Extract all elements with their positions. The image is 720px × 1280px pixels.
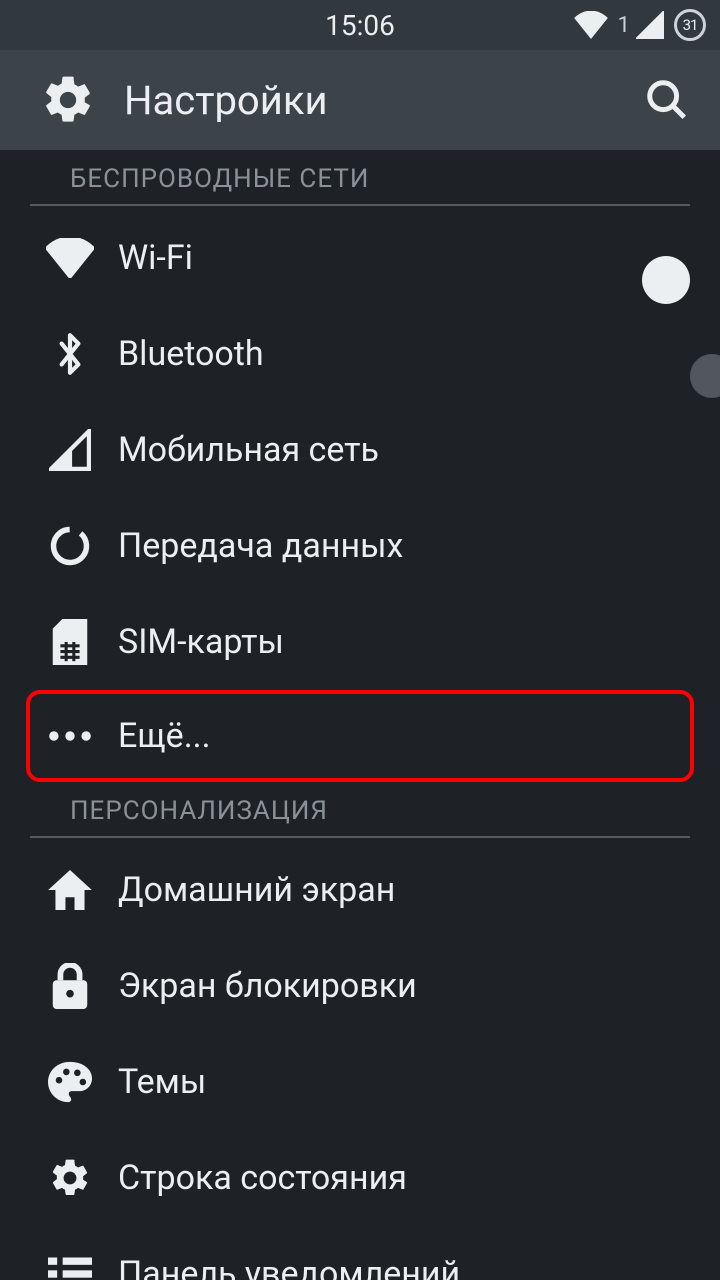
settings-item-label: Wi-Fi <box>118 238 193 278</box>
gear-icon <box>40 72 96 128</box>
lock-icon <box>40 963 100 1009</box>
palette-icon <box>40 1061 100 1103</box>
settings-item-more[interactable]: Ещё... <box>26 690 694 782</box>
settings-item-wifi[interactable]: Wi-Fi <box>0 210 720 306</box>
settings-item-label: SIM-карты <box>118 622 284 662</box>
list-icon <box>40 1256 100 1280</box>
status-bar: 15:06 1 31 <box>0 0 720 50</box>
app-bar: Настройки <box>0 50 720 150</box>
status-time: 15:06 <box>325 9 395 42</box>
cell-icon <box>40 429 100 471</box>
settings-item-label: Темы <box>118 1062 206 1102</box>
sim-index: 1 <box>618 13 630 38</box>
settings-item-label: Ещё... <box>118 716 211 756</box>
section-header-wireless: БЕСПРОВОДНЫЕ СЕТИ <box>30 150 690 206</box>
settings-item-bluetooth[interactable]: Bluetooth <box>0 306 720 402</box>
settings-item-label: Экран блокировки <box>118 966 417 1006</box>
settings-item-themes[interactable]: Темы <box>0 1034 720 1130</box>
settings-item-label: Домашний экран <box>118 870 395 910</box>
settings-item-lock-screen[interactable]: Экран блокировки <box>0 938 720 1034</box>
settings-item-status-bar[interactable]: Строка состояния <box>0 1130 720 1226</box>
data-usage-icon <box>40 524 100 568</box>
settings-item-label: Мобильная сеть <box>118 430 379 470</box>
settings-item-label: Передача данных <box>118 526 403 566</box>
settings-item-label: Bluetooth <box>118 334 264 374</box>
wifi-status-icon <box>574 11 608 39</box>
settings-item-home-screen[interactable]: Домашний экран <box>0 842 720 938</box>
search-button[interactable] <box>644 77 690 123</box>
settings-item-notification-panel[interactable]: Панель уведомлений <box>0 1226 720 1280</box>
settings-item-label: Строка состояния <box>118 1158 407 1198</box>
battery-percent: 31 <box>683 16 698 34</box>
battery-indicator: 31 <box>674 9 706 41</box>
gear-small-icon <box>40 1156 100 1200</box>
bluetooth-icon <box>40 331 100 377</box>
settings-item-mobile-network[interactable]: Мобильная сеть <box>0 402 720 498</box>
settings-item-label: Панель уведомлений <box>118 1254 460 1280</box>
status-right: 1 31 <box>574 9 706 41</box>
settings-list: БЕСПРОВОДНЫЕ СЕТИ Wi-Fi Bluetooth Мобиль… <box>0 150 720 1280</box>
settings-item-data-usage[interactable]: Передача данных <box>0 498 720 594</box>
cell-signal-icon <box>636 11 664 39</box>
settings-item-sim-cards[interactable]: SIM-карты <box>0 594 720 690</box>
home-icon <box>40 870 100 910</box>
sim-card-icon <box>40 619 100 665</box>
more-icon <box>40 729 100 743</box>
page-title: Настройки <box>124 77 328 124</box>
section-header-personalization: ПЕРСОНАЛИЗАЦИЯ <box>30 782 690 838</box>
wifi-icon <box>40 238 100 278</box>
